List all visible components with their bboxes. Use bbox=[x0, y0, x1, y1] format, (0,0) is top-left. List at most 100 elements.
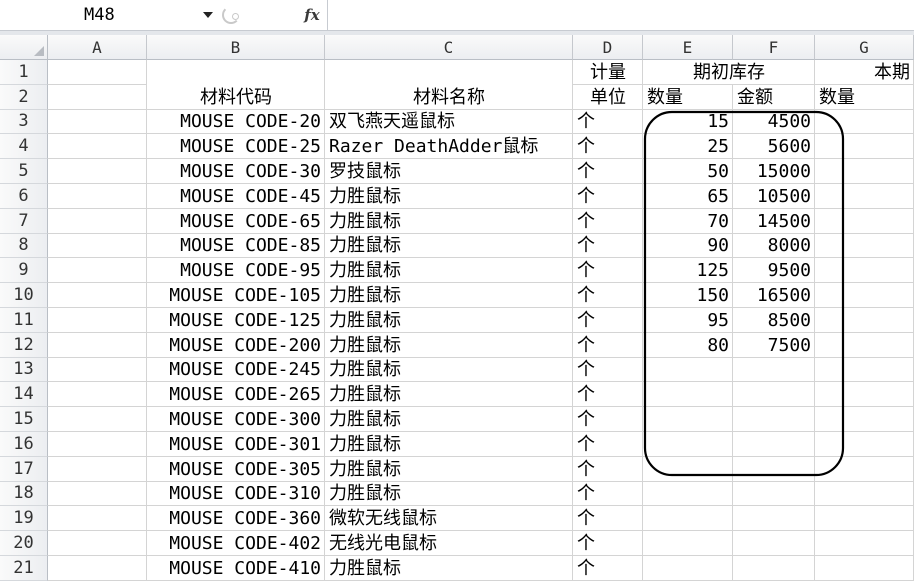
opening-amount-cell[interactable]: 4500 bbox=[733, 109, 815, 135]
unit-cell[interactable]: 个 bbox=[573, 258, 643, 284]
unit-cell[interactable]: 个 bbox=[573, 307, 643, 333]
column-header-d[interactable]: D bbox=[573, 35, 643, 60]
material-code-cell[interactable]: MOUSE CODE-300 bbox=[147, 407, 325, 432]
unit-header-line1[interactable]: 计量 bbox=[573, 60, 643, 85]
opening-qty-cell[interactable] bbox=[643, 555, 733, 581]
opening-qty-cell[interactable]: 80 bbox=[643, 332, 733, 358]
material-code-cell[interactable]: MOUSE CODE-305 bbox=[147, 456, 325, 482]
unit-header-line2[interactable]: 单位 bbox=[573, 84, 643, 110]
empty-cell[interactable] bbox=[815, 183, 914, 209]
current-qty-header[interactable]: 数量 bbox=[815, 84, 914, 110]
splitter-icon[interactable] bbox=[222, 6, 240, 24]
empty-cell[interactable] bbox=[815, 506, 914, 532]
opening-qty-cell[interactable]: 70 bbox=[643, 208, 733, 234]
row-header-15[interactable]: 15 bbox=[0, 407, 48, 432]
row-header-6[interactable]: 6 bbox=[0, 183, 48, 209]
row-header-20[interactable]: 20 bbox=[0, 531, 48, 556]
opening-amount-cell[interactable]: 5600 bbox=[733, 134, 815, 160]
column-header-e[interactable]: E bbox=[643, 35, 733, 60]
material-name-cell[interactable]: 力胜鼠标 bbox=[325, 307, 573, 333]
chevron-down-icon[interactable] bbox=[203, 12, 213, 18]
opening-qty-cell[interactable]: 15 bbox=[643, 109, 733, 135]
opening-amount-cell[interactable]: 7500 bbox=[733, 332, 815, 358]
current-period-header[interactable]: 本期 bbox=[815, 60, 914, 85]
empty-cell[interactable] bbox=[815, 134, 914, 160]
material-code-cell[interactable]: MOUSE CODE-25 bbox=[147, 134, 325, 160]
empty-cell[interactable] bbox=[815, 159, 914, 184]
empty-cell[interactable] bbox=[48, 382, 147, 408]
unit-cell[interactable]: 个 bbox=[573, 134, 643, 160]
empty-cell[interactable] bbox=[48, 357, 147, 383]
material-name-cell[interactable]: 力胜鼠标 bbox=[325, 233, 573, 259]
row-header-11[interactable]: 11 bbox=[0, 307, 48, 333]
material-code-cell[interactable]: MOUSE CODE-95 bbox=[147, 258, 325, 284]
material-name-cell[interactable]: 力胜鼠标 bbox=[325, 431, 573, 457]
empty-cell[interactable] bbox=[48, 506, 147, 532]
opening-qty-cell[interactable] bbox=[643, 407, 733, 432]
material-code-cell[interactable]: MOUSE CODE-20 bbox=[147, 109, 325, 135]
empty-cell[interactable] bbox=[48, 481, 147, 507]
empty-cell[interactable] bbox=[815, 233, 914, 259]
opening-qty-cell[interactable] bbox=[643, 357, 733, 383]
material-name-cell[interactable]: 力胜鼠标 bbox=[325, 481, 573, 507]
material-name-cell[interactable]: 力胜鼠标 bbox=[325, 258, 573, 284]
opening-amount-cell[interactable] bbox=[733, 555, 815, 581]
unit-cell[interactable]: 个 bbox=[573, 407, 643, 432]
opening-amount-cell[interactable]: 14500 bbox=[733, 208, 815, 234]
column-header-c[interactable]: C bbox=[325, 35, 573, 60]
row-header-3[interactable]: 3 bbox=[0, 109, 48, 135]
opening-qty-header[interactable]: 数量 bbox=[643, 84, 733, 110]
name-box[interactable]: M48 bbox=[0, 0, 220, 30]
empty-cell[interactable] bbox=[48, 307, 147, 333]
opening-amount-cell[interactable]: 16500 bbox=[733, 283, 815, 308]
empty-cell[interactable] bbox=[48, 84, 147, 110]
opening-qty-cell[interactable]: 125 bbox=[643, 258, 733, 284]
material-name-cell[interactable]: 力胜鼠标 bbox=[325, 283, 573, 308]
material-name-cell[interactable]: Razer DeathAdder鼠标 bbox=[325, 134, 573, 160]
row-header-16[interactable]: 16 bbox=[0, 431, 48, 457]
material-name-header[interactable]: 材料名称 bbox=[325, 60, 573, 110]
row-header-14[interactable]: 14 bbox=[0, 382, 48, 408]
empty-cell[interactable] bbox=[48, 407, 147, 432]
material-code-cell[interactable]: MOUSE CODE-105 bbox=[147, 283, 325, 308]
empty-cell[interactable] bbox=[48, 258, 147, 284]
empty-cell[interactable] bbox=[815, 357, 914, 383]
material-name-cell[interactable]: 无线光电鼠标 bbox=[325, 531, 573, 556]
material-code-cell[interactable]: MOUSE CODE-30 bbox=[147, 159, 325, 184]
unit-cell[interactable]: 个 bbox=[573, 481, 643, 507]
empty-cell[interactable] bbox=[815, 332, 914, 358]
empty-cell[interactable] bbox=[48, 332, 147, 358]
material-code-cell[interactable]: MOUSE CODE-245 bbox=[147, 357, 325, 383]
material-name-cell[interactable]: 力胜鼠标 bbox=[325, 382, 573, 408]
opening-amount-cell[interactable] bbox=[733, 481, 815, 507]
empty-cell[interactable] bbox=[815, 481, 914, 507]
unit-cell[interactable]: 个 bbox=[573, 555, 643, 581]
unit-cell[interactable]: 个 bbox=[573, 382, 643, 408]
row-header-1[interactable]: 1 bbox=[0, 60, 48, 85]
material-code-cell[interactable]: MOUSE CODE-200 bbox=[147, 332, 325, 358]
row-header-8[interactable]: 8 bbox=[0, 233, 48, 259]
material-code-cell[interactable]: MOUSE CODE-65 bbox=[147, 208, 325, 234]
unit-cell[interactable]: 个 bbox=[573, 109, 643, 135]
material-code-header[interactable]: 材料代码 bbox=[147, 60, 325, 110]
empty-cell[interactable] bbox=[815, 382, 914, 408]
opening-qty-cell[interactable] bbox=[643, 382, 733, 408]
material-code-cell[interactable]: MOUSE CODE-402 bbox=[147, 531, 325, 556]
opening-amount-cell[interactable] bbox=[733, 357, 815, 383]
material-code-cell[interactable]: MOUSE CODE-45 bbox=[147, 183, 325, 209]
material-name-cell[interactable]: 力胜鼠标 bbox=[325, 357, 573, 383]
opening-qty-cell[interactable] bbox=[643, 506, 733, 532]
row-header-21[interactable]: 21 bbox=[0, 555, 48, 581]
unit-cell[interactable]: 个 bbox=[573, 208, 643, 234]
unit-cell[interactable]: 个 bbox=[573, 183, 643, 209]
empty-cell[interactable] bbox=[815, 531, 914, 556]
formula-input[interactable] bbox=[327, 0, 914, 30]
empty-cell[interactable] bbox=[815, 208, 914, 234]
unit-cell[interactable]: 个 bbox=[573, 357, 643, 383]
opening-qty-cell[interactable] bbox=[643, 481, 733, 507]
column-header-f[interactable]: F bbox=[733, 35, 815, 60]
unit-cell[interactable]: 个 bbox=[573, 456, 643, 482]
empty-cell[interactable] bbox=[48, 183, 147, 209]
opening-amount-header[interactable]: 金额 bbox=[733, 84, 815, 110]
material-code-cell[interactable]: MOUSE CODE-310 bbox=[147, 481, 325, 507]
